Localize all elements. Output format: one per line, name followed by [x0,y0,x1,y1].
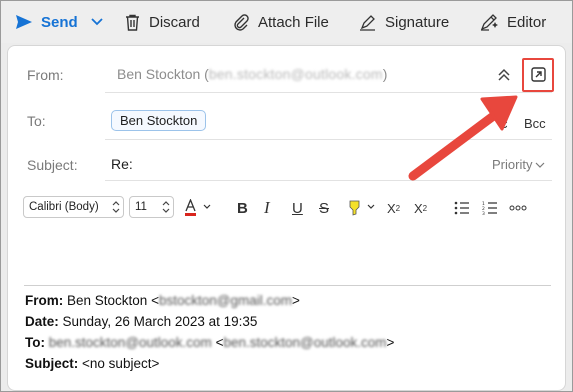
paperclip-icon [233,13,249,31]
more-options-icon[interactable] [509,200,527,216]
from-divider [105,92,552,93]
format-toolbar: Calibri (Body) 11 B I U S X2 X 2 1 2 3 [8,191,565,225]
reply-date-key: Date: [25,314,59,329]
compose-window: Send Discard Attach File Signature Edito… [0,0,573,392]
collapse-chevrons-icon[interactable] [497,68,511,87]
to-label: To: [27,113,46,129]
reply-separator [24,285,551,286]
reply-to-key: To: [25,335,45,350]
signature-button[interactable]: Signature [359,1,449,43]
send-label: Send [41,13,78,31]
reply-subject-line: Subject: <no subject> [25,356,159,371]
subscript-button[interactable]: X2 [414,200,427,216]
subject-input[interactable]: Re: [111,156,133,172]
italic-button[interactable]: I [264,198,270,217]
font-family-value: Calibri (Body) [29,201,99,213]
highlight-button[interactable] [346,200,376,216]
reply-from-key: From: [25,293,64,308]
discard-button[interactable]: Discard [125,1,200,43]
bullet-list-icon[interactable] [454,200,470,216]
attach-file-button[interactable]: Attach File [233,1,329,43]
font-color-button[interactable] [184,199,212,216]
priority-dropdown[interactable]: Priority [492,157,545,172]
font-size-value: 11 [135,201,147,213]
editor-button[interactable]: Editor [480,1,546,43]
stepper-icon [112,200,120,221]
font-family-select[interactable]: Calibri (Body) [23,196,124,218]
reply-from-close: > [291,293,300,308]
toolbar: Send Discard Attach File Signature Edito… [1,1,572,43]
to-recipient-chip[interactable]: Ben Stockton [111,110,207,131]
priority-label: Priority [492,157,533,172]
from-label: From: [27,67,64,83]
compose-card: From: Ben Stockton (ben.stockton@outlook… [7,45,566,391]
reply-subject-value: <no subject> [82,356,160,371]
from-name: Ben Stockton ( [117,66,209,82]
reply-from-email-redacted: bstockton@gmail.com [158,293,292,308]
subject-label: Subject: [27,157,78,173]
bcc-button[interactable]: Bcc [524,116,546,131]
superscript-button[interactable]: X2 [387,200,400,216]
chevron-down-icon [532,157,545,172]
reply-subject-key: Subject: [25,356,79,371]
strikethrough-button[interactable]: S [319,200,329,217]
reply-to-close: > [386,335,395,350]
send-icon [15,14,33,30]
subject-divider [105,180,552,181]
cc-button[interactable]: c [501,116,508,131]
underline-button[interactable]: U [292,200,303,217]
numbered-list-icon[interactable]: 123 [482,200,498,216]
send-button[interactable]: Send [15,1,78,43]
reply-from-line: From: Ben Stockton <bstockton@gmail.com> [25,293,300,308]
trash-icon [125,14,140,31]
signature-label: Signature [385,13,450,31]
reply-date-line: Date: Sunday, 26 March 2023 at 19:35 [25,314,257,329]
attach-file-label: Attach File [258,13,329,31]
svg-text:3: 3 [482,211,485,215]
reply-to-line: To: ben.stockton@outlook.com <ben.stockt… [25,335,394,350]
reply-from-value: Ben Stockton < [67,293,159,308]
to-divider [105,139,552,140]
pen-icon [359,14,376,31]
editor-pen-icon [480,13,498,31]
bold-button[interactable]: B [237,200,248,217]
from-account[interactable]: Ben Stockton (ben.stockton@outlook.com) [117,66,387,82]
reply-to-email2-redacted: ben.stockton@outlook.com [223,335,387,350]
highlight-swatch [349,200,360,216]
discard-label: Discard [149,13,200,31]
stepper-icon [162,200,170,221]
font-size-select[interactable]: 11 [129,196,174,218]
reply-to-middle: < [211,335,224,350]
reply-date-value: Sunday, 26 March 2023 at 19:35 [62,314,258,329]
editor-label: Editor [507,13,547,31]
from-email-redacted: ben.stockton@outlook.com [208,66,383,82]
chevron-down-icon[interactable] [90,15,104,34]
reply-to-email-redacted: ben.stockton@outlook.com [48,335,212,350]
font-color-swatch [185,213,196,216]
from-close-paren: ) [382,66,388,82]
popout-icon[interactable] [531,67,546,87]
